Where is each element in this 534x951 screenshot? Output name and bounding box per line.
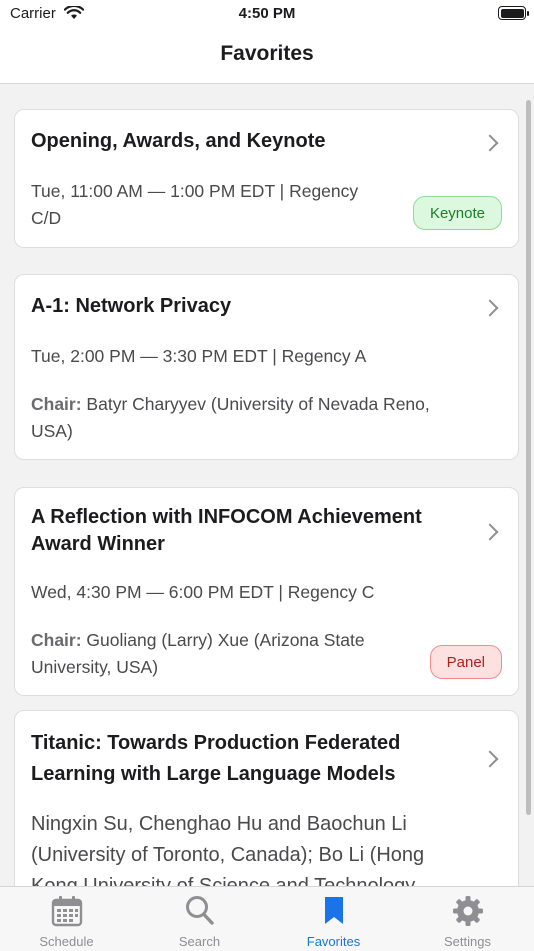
panel-badge: Panel <box>429 645 502 679</box>
chevron-right-icon <box>481 299 499 317</box>
session-card[interactable]: A-1: Network Privacy Tue, 2:00 PM — 3:30… <box>14 274 519 460</box>
session-chair: Chair: Guoliang (Larry) Xue (Arizona Sta… <box>31 630 365 677</box>
session-authors: Ningxin Su, Chenghao Hu and Baochun Li (… <box>31 813 425 886</box>
gear-icon <box>452 896 483 926</box>
battery-icon <box>498 6 529 20</box>
navigation-bar: Favorites <box>0 28 534 84</box>
bookmark-icon <box>324 897 343 924</box>
tab-favorites[interactable]: Favorites <box>267 887 400 951</box>
session-time-location: Tue, 2:00 PM — 3:30 PM EDT | Regency A <box>31 346 367 366</box>
session-title: A Reflection with INFOCOM Achievement Aw… <box>31 506 422 555</box>
favorites-list[interactable]: Opening, Awards, and Keynote Tue, 11:00 … <box>0 84 534 886</box>
tab-label: Search <box>178 934 221 949</box>
page-title: Favorites <box>220 42 314 65</box>
status-time: 4:50 PM <box>238 5 296 22</box>
tab-bar: Schedule Search Favorites Settings <box>0 886 534 951</box>
session-title: A-1: Network Privacy <box>31 295 232 317</box>
chevron-right-icon <box>481 134 499 152</box>
session-time-location: Tue, 11:00 AM — 1:00 PM EDT | Regency C/… <box>31 181 359 228</box>
session-card[interactable]: A Reflection with INFOCOM Achievement Aw… <box>14 487 519 696</box>
status-bar: Carrier 4:50 PM <box>0 0 534 28</box>
session-card[interactable]: Titanic: Towards Production Federated Le… <box>14 710 519 886</box>
scroll-indicator[interactable] <box>526 100 531 815</box>
tab-settings[interactable]: Settings <box>401 887 534 951</box>
tab-label: Settings <box>444 934 491 949</box>
session-title: Titanic: Towards Production Federated Le… <box>31 732 401 785</box>
session-time-location: Wed, 4:30 PM — 6:00 PM EDT | Regency C <box>31 582 375 602</box>
chevron-right-icon <box>481 750 499 768</box>
session-card[interactable]: Opening, Awards, and Keynote Tue, 11:00 … <box>14 109 519 248</box>
session-chair: Chair: Batyr Charyyev (University of Nev… <box>31 394 430 441</box>
chevron-right-icon <box>481 523 499 541</box>
tab-schedule[interactable]: Schedule <box>0 887 133 951</box>
tab-label: Schedule <box>39 934 94 949</box>
search-icon <box>185 896 214 925</box>
calendar-icon <box>51 896 82 927</box>
tab-label: Favorites <box>306 934 361 949</box>
keynote-badge: Keynote <box>412 196 502 230</box>
session-title: Opening, Awards, and Keynote <box>31 130 326 152</box>
tab-search[interactable]: Search <box>133 887 266 951</box>
